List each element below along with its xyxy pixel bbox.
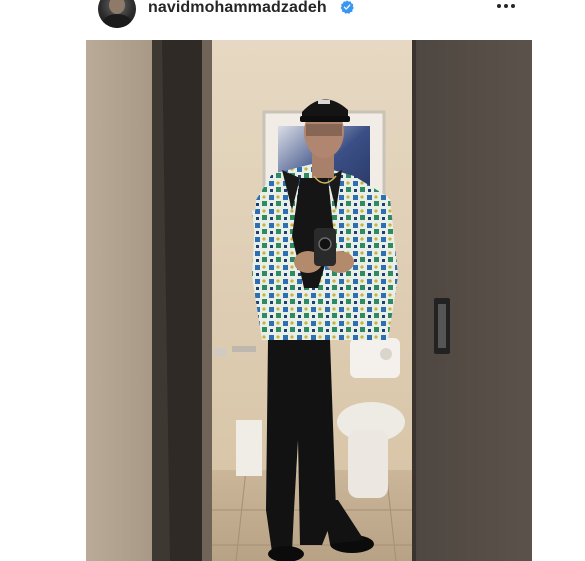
verified-badge-icon	[340, 0, 354, 14]
mirror-selfie-image	[86, 40, 532, 561]
post-view: navidmohammadzadeh	[0, 0, 585, 561]
avatar-shoulders	[102, 14, 132, 28]
more-horizontal-icon[interactable]	[495, 0, 517, 17]
avatar[interactable]	[98, 0, 136, 28]
username-link[interactable]: navidmohammadzadeh	[148, 0, 327, 17]
post-header: navidmohammadzadeh	[0, 0, 585, 34]
avatar-face	[109, 0, 125, 14]
post-photo[interactable]	[86, 40, 532, 561]
